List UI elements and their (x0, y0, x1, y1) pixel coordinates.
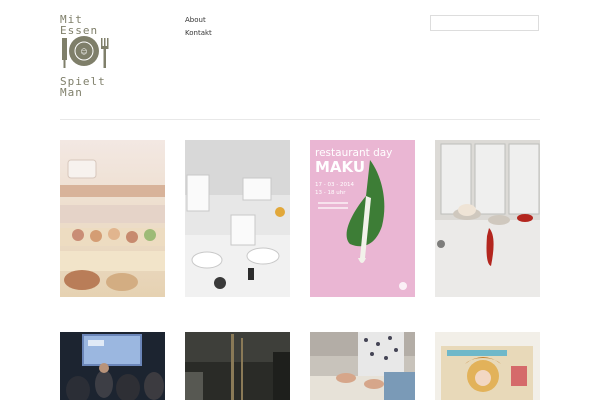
magazine-image (435, 332, 540, 400)
fork-icon (101, 38, 109, 68)
svg-text:☺: ☺ (80, 48, 87, 56)
gallery-item-lockers-food[interactable] (435, 140, 540, 297)
site-logo[interactable]: Mit Essen ☺ Spielt Man (60, 12, 112, 98)
gallery-item-dark-room[interactable] (185, 332, 290, 400)
gallery-item-hands-preparing[interactable] (310, 332, 415, 400)
logo-line-3: Spielt Man (60, 75, 106, 99)
poster-date: 17 - 03 - 2014 (315, 182, 354, 188)
nav-about[interactable]: About (185, 14, 212, 27)
gallery-item-smacznego-table[interactable] (185, 140, 290, 297)
gallery-item-buffet[interactable] (60, 140, 165, 297)
poster-time: 13 - 18 uhr (315, 190, 346, 196)
plate-icon: ☺ (69, 36, 99, 66)
main-nav: About Kontakt (185, 14, 212, 40)
hands-preparing-image (310, 332, 415, 400)
logo-line-1: Mit Essen (60, 13, 99, 37)
logo-icons: ☺ (62, 36, 109, 68)
search-input[interactable] (430, 15, 539, 31)
buffet-image (60, 140, 165, 297)
poster-name: MAKU (315, 158, 365, 176)
knife-icon (62, 38, 67, 68)
nav-kontakt[interactable]: Kontakt (185, 27, 212, 40)
dark-room-image (185, 332, 290, 400)
gallery-item-restaurant-day-poster[interactable]: restaurant day MAKU 17 - 03 - 2014 13 - … (310, 140, 415, 297)
gallery-item-magazine[interactable] (435, 332, 540, 400)
lockers-food-image (435, 140, 540, 297)
header-divider (60, 119, 540, 120)
smacznego-table-image (185, 140, 290, 297)
restaurant-day-poster: restaurant day MAKU 17 - 03 - 2014 13 - … (310, 140, 415, 297)
presentation-image (60, 332, 165, 400)
gallery-item-presentation[interactable] (60, 332, 165, 400)
